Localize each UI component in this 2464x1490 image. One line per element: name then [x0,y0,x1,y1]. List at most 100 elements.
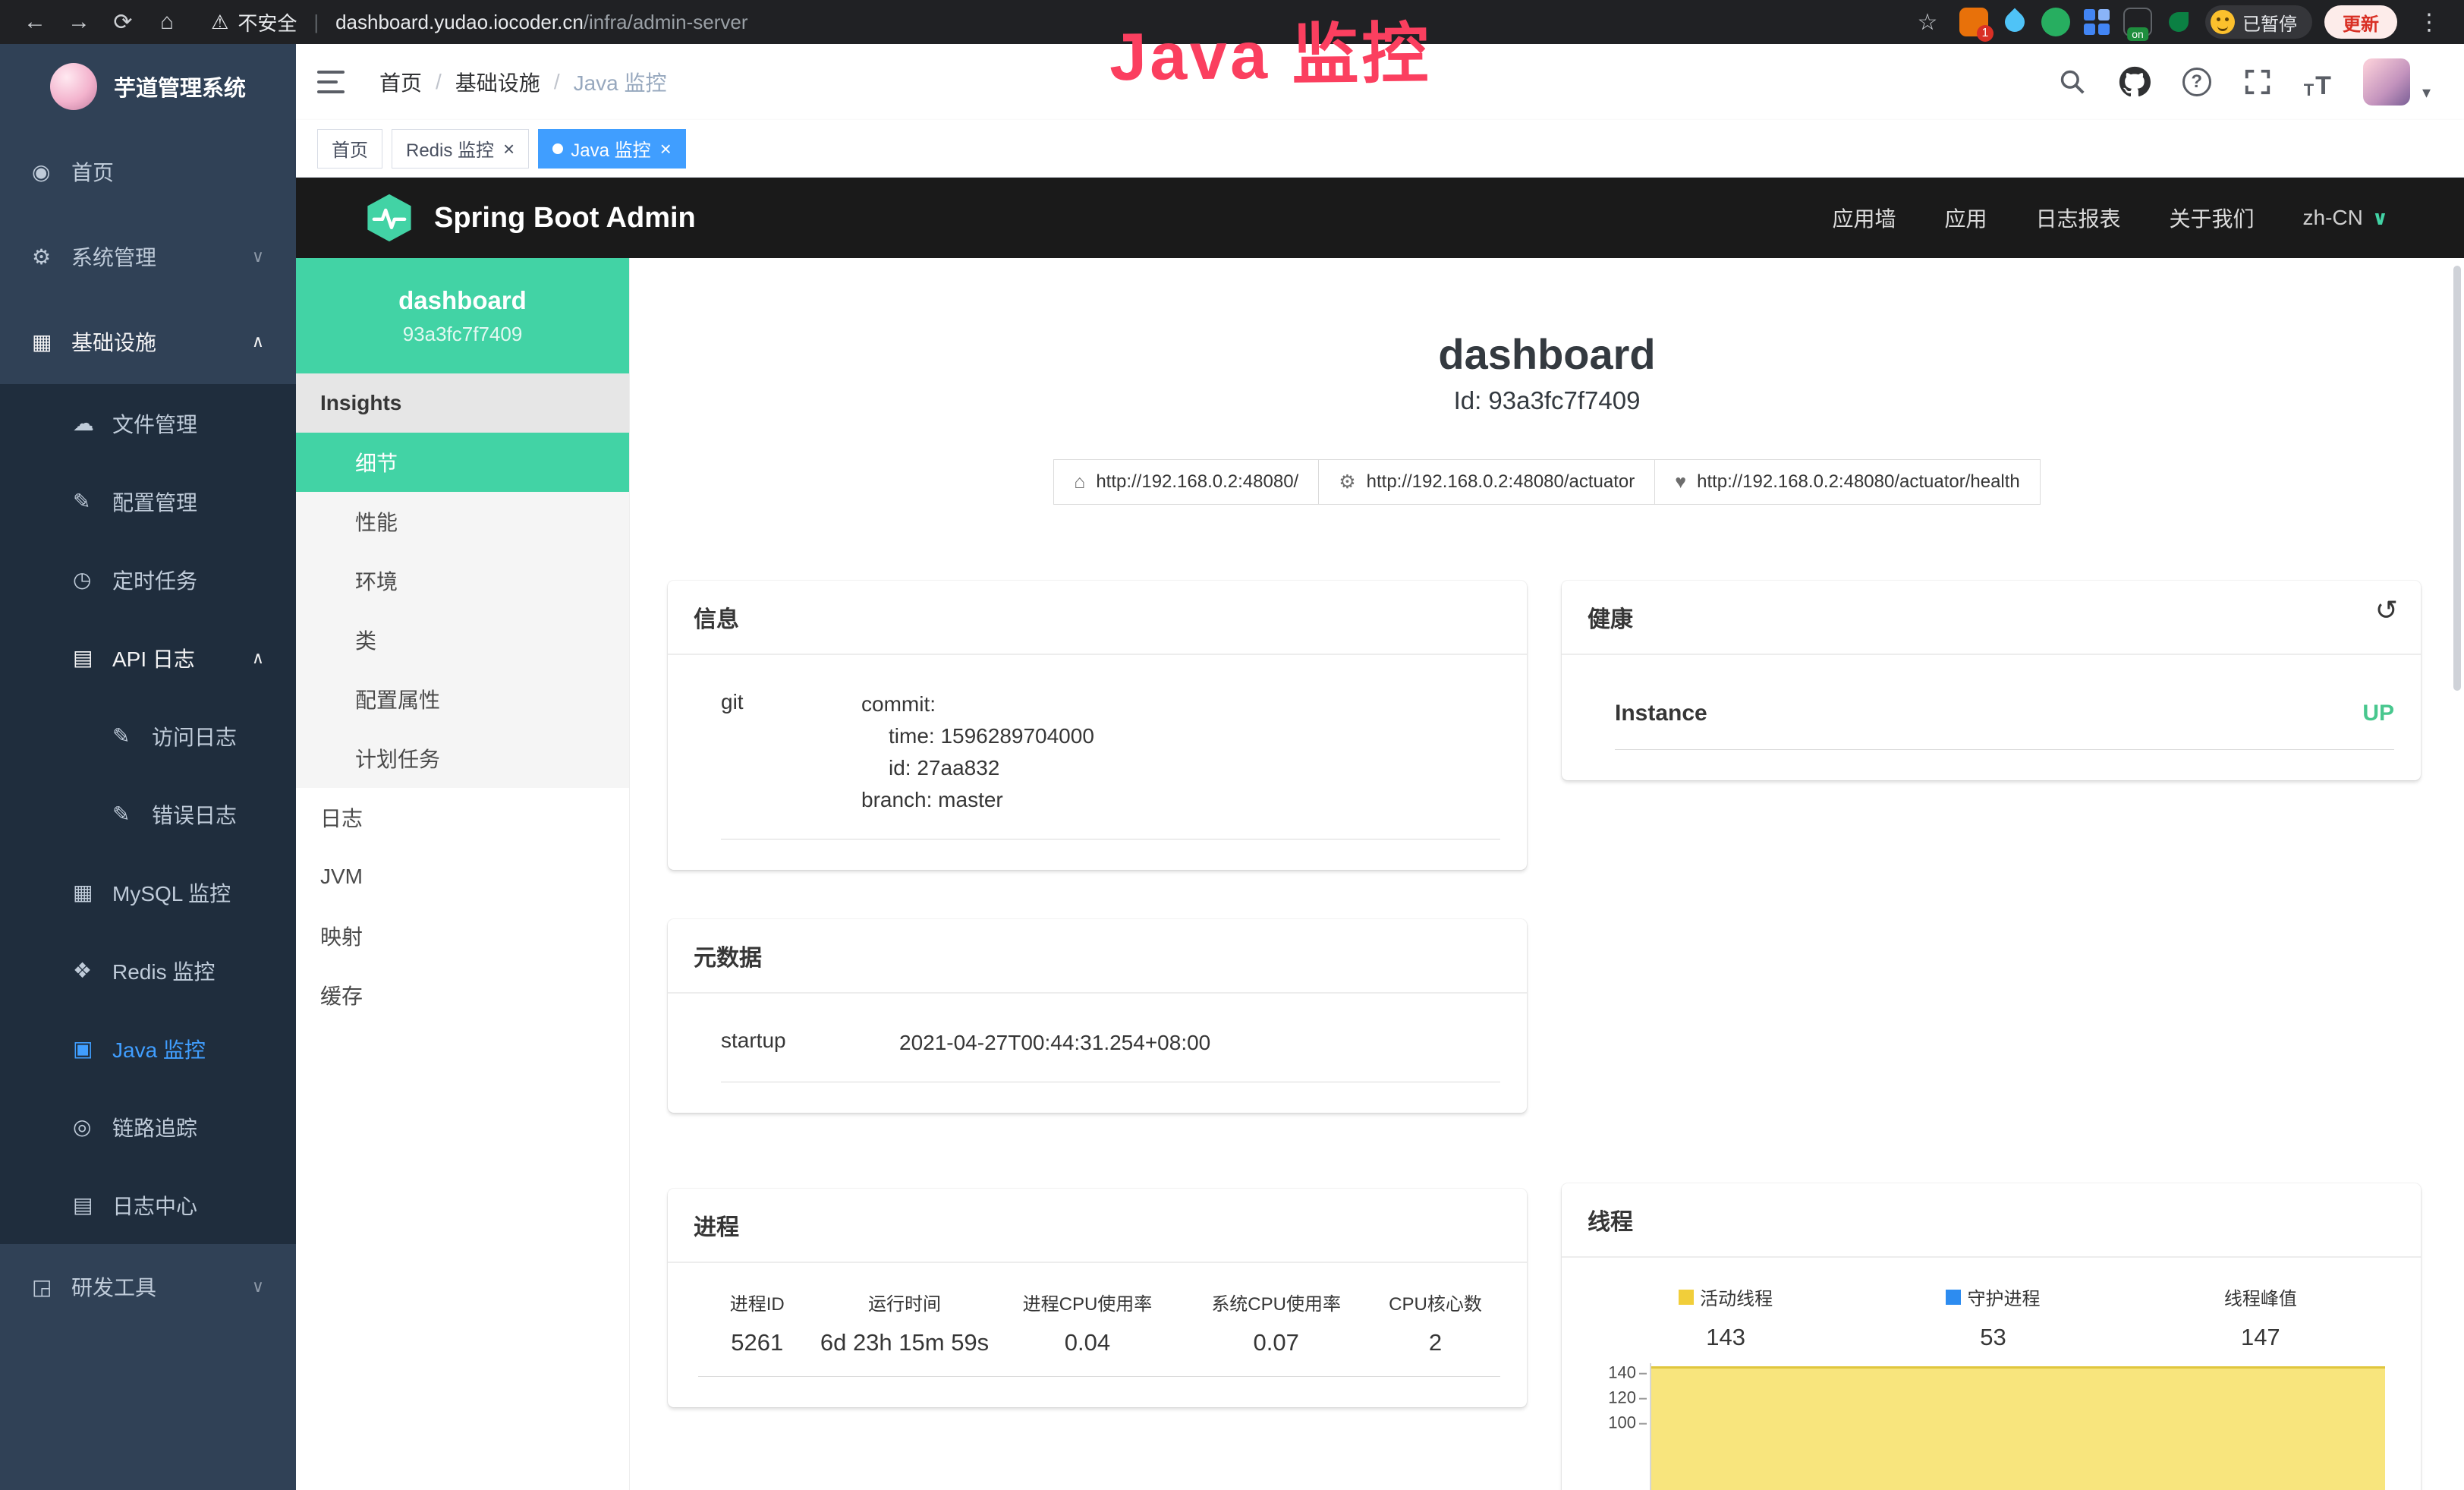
github-icon[interactable] [2119,65,2151,99]
page-subtitle: Id: 93a3fc7f7409 [630,386,2464,415]
annotation-java-monitor: Java 监控 [1109,0,1432,99]
extension-orange-icon[interactable]: 1 [1959,8,1988,36]
bookmark-star-icon[interactable]: ☆ [1908,9,1947,36]
extension-drop-icon[interactable] [2000,8,2029,36]
chrome-menu-icon[interactable]: ⋮ [2409,9,2449,36]
spring-boot-admin: Spring Boot Admin 应用墙 应用 日志报表 关于我们 zh-CN… [296,178,2464,1490]
sidebar-item-configprops[interactable]: 配置属性 [296,669,629,729]
reload-icon[interactable]: ⟳ [103,9,143,36]
insights-section-label: Insights [296,373,629,433]
sidebar-item-java-monitor[interactable]: ▣ Java 监控 [0,1010,296,1088]
chrome-update-button[interactable]: 更新 [2324,5,2397,39]
font-size-icon[interactable]: TT [2304,65,2331,99]
sidebar-item-redis-monitor[interactable]: ❖ Redis 监控 [0,931,296,1010]
sba-nav-applications[interactable]: 应用 [1944,203,1987,233]
forward-icon[interactable]: → [59,9,99,35]
search-icon[interactable] [2058,65,2087,99]
sidebar-item-tracing[interactable]: ◎ 链路追踪 [0,1088,296,1166]
sidebar-item-mysql-monitor[interactable]: ▦ MySQL 监控 [0,853,296,931]
back-icon[interactable]: ← [15,9,55,35]
security-label: 不安全 [238,8,297,36]
sidebar-item-metrics[interactable]: 性能 [296,492,629,551]
sidebar-item-caches[interactable]: 缓存 [296,966,629,1025]
on-badge: on [2127,27,2148,41]
sidebar-item-jvm[interactable]: JVM [296,847,629,906]
toolbox-icon: ◲ [32,1274,71,1299]
sba-brand: Spring Boot Admin [434,202,696,235]
language-selector[interactable]: zh-CN ∨ [2303,206,2388,230]
sidebar-item-file-mgmt[interactable]: ☁ 文件管理 [0,384,296,462]
val-cpu-cores: 2 [1370,1329,1500,1356]
tab-java-monitor[interactable]: Java 监控 × [538,129,686,169]
sidebar-item-details[interactable]: 细节 [296,433,629,492]
breadcrumb-infrastructure[interactable]: 基础设施 [455,67,540,97]
tab-redis-monitor[interactable]: Redis 监控 × [392,129,529,169]
threads-legend: 活动线程 守护进程 线程峰值 [1592,1281,2394,1351]
extension-onoff-icon[interactable]: on [2123,8,2152,36]
actuator-url-button[interactable]: ⚙ http://192.168.0.2:48080/actuator [1318,459,1655,505]
fullscreen-icon[interactable] [2243,65,2272,99]
sidebar-item-error-logs[interactable]: ✎ 错误日志 [0,775,296,853]
help-icon[interactable]: ? [2182,65,2211,99]
legend-daemon-value: 53 [1859,1324,2126,1351]
error-log-icon: ✎ [112,802,152,827]
close-icon[interactable]: × [660,139,672,159]
extension-grid-icon[interactable] [2082,8,2111,36]
sidebar-item-home[interactable]: ◉ 首页 [0,129,296,214]
profile-paused-pill[interactable]: 已暂停 [2205,5,2312,39]
sidebar-item-system-mgmt[interactable]: ⚙ 系统管理 ∨ [0,214,296,299]
sidebar-item-scheduled-tasks[interactable]: 计划任务 [296,729,629,788]
sidebar-item-scheduled-jobs[interactable]: ◷ 定时任务 [0,540,296,619]
url-domain: dashboard.yudao.iocoder.cn [335,11,584,33]
java-monitor-icon: ▣ [73,1036,112,1061]
sba-nav-about[interactable]: 关于我们 [2170,203,2255,233]
browser-home-icon[interactable]: ⌂ [147,9,187,35]
navbar-actions: ? TT ▾ [2058,58,2431,106]
user-avatar[interactable] [2363,58,2410,106]
sba-nav-journal[interactable]: 日志报表 [2036,203,2121,233]
wrench-icon: ⚙ [1339,471,1355,493]
breadcrumb-home[interactable]: 首页 [379,67,422,97]
app-window: 芋道管理系统 ◉ 首页 ⚙ 系统管理 ∨ ▦ 基础设施 ∧ ☁ [0,44,2464,1490]
close-icon[interactable]: × [503,139,515,159]
app-logo[interactable]: 芋道管理系统 [0,44,296,129]
col-cpu-cores: CPU核心数 [1370,1286,1500,1329]
health-card-title: 健康 [1588,607,1633,632]
tab-home[interactable]: 首页 [317,129,382,169]
sidebar-item-access-logs[interactable]: ✎ 访问日志 [0,697,296,775]
sidebar-item-log-center[interactable]: ▤ 日志中心 [0,1166,296,1244]
sba-nav: 应用墙 应用 日志报表 关于我们 zh-CN ∨ [1832,203,2388,233]
breadcrumb-current: Java 监控 [574,67,667,97]
history-icon[interactable]: ↺ [2375,594,2398,626]
metadata-card-title: 元数据 [668,919,1527,994]
extension-leaf-icon[interactable] [2164,8,2193,36]
sidebar-item-classes[interactable]: 类 [296,610,629,669]
security-chip[interactable]: ⚠ 不安全 [211,8,297,36]
sidebar-item-mappings[interactable]: 映射 [296,906,629,966]
sidebar-item-dev-tools[interactable]: ◲ 研发工具 ∨ [0,1244,296,1329]
sidebar-item-config-mgmt[interactable]: ✎ 配置管理 [0,462,296,540]
active-dot [552,143,563,154]
address-bar[interactable]: dashboard.yudao.iocoder.cn/infra/admin-s… [335,11,747,34]
col-process-cpu: 进程CPU使用率 [993,1286,1182,1329]
sidebar-menu: ◉ 首页 ⚙ 系统管理 ∨ ▦ 基础设施 ∧ ☁ 文件管理 [0,129,296,1329]
scrollbar[interactable] [2453,266,2461,691]
app-title: 芋道管理系统 [114,71,246,102]
service-url-button[interactable]: ⌂ http://192.168.0.2:48080/ [1053,459,1319,505]
sidebar-item-environment[interactable]: 环境 [296,551,629,610]
cloud-icon: ☁ [73,411,112,436]
dashboard-icon: ◉ [32,159,71,184]
sba-nav-wallboard[interactable]: 应用墙 [1832,203,1896,233]
health-url-button[interactable]: ♥ http://192.168.0.2:48080/actuator/heal… [1654,459,2041,505]
sidebar-item-infrastructure[interactable]: ▦ 基础设施 ∧ [0,299,296,384]
metadata-card: 元数据 startup 2021-04-27T00:44:31.254+08:0… [668,919,1527,1113]
hamburger-icon[interactable] [296,44,369,120]
metadata-key: startup [721,1027,899,1059]
sidebar-item-logfile[interactable]: 日志 [296,788,629,847]
threads-card: 线程 活动线程 [1562,1183,2421,1490]
breadcrumb: 首页 / 基础设施 / Java 监控 [379,67,667,97]
browser-nav-controls: ← → ⟳ ⌂ ⚠ 不安全 | dashboard.yudao.iocoder.… [15,8,748,36]
extension-green-icon[interactable] [2041,8,2070,36]
warning-icon: ⚠ [211,11,228,34]
sidebar-item-api-logs[interactable]: ▤ API 日志 ∧ [0,619,296,697]
